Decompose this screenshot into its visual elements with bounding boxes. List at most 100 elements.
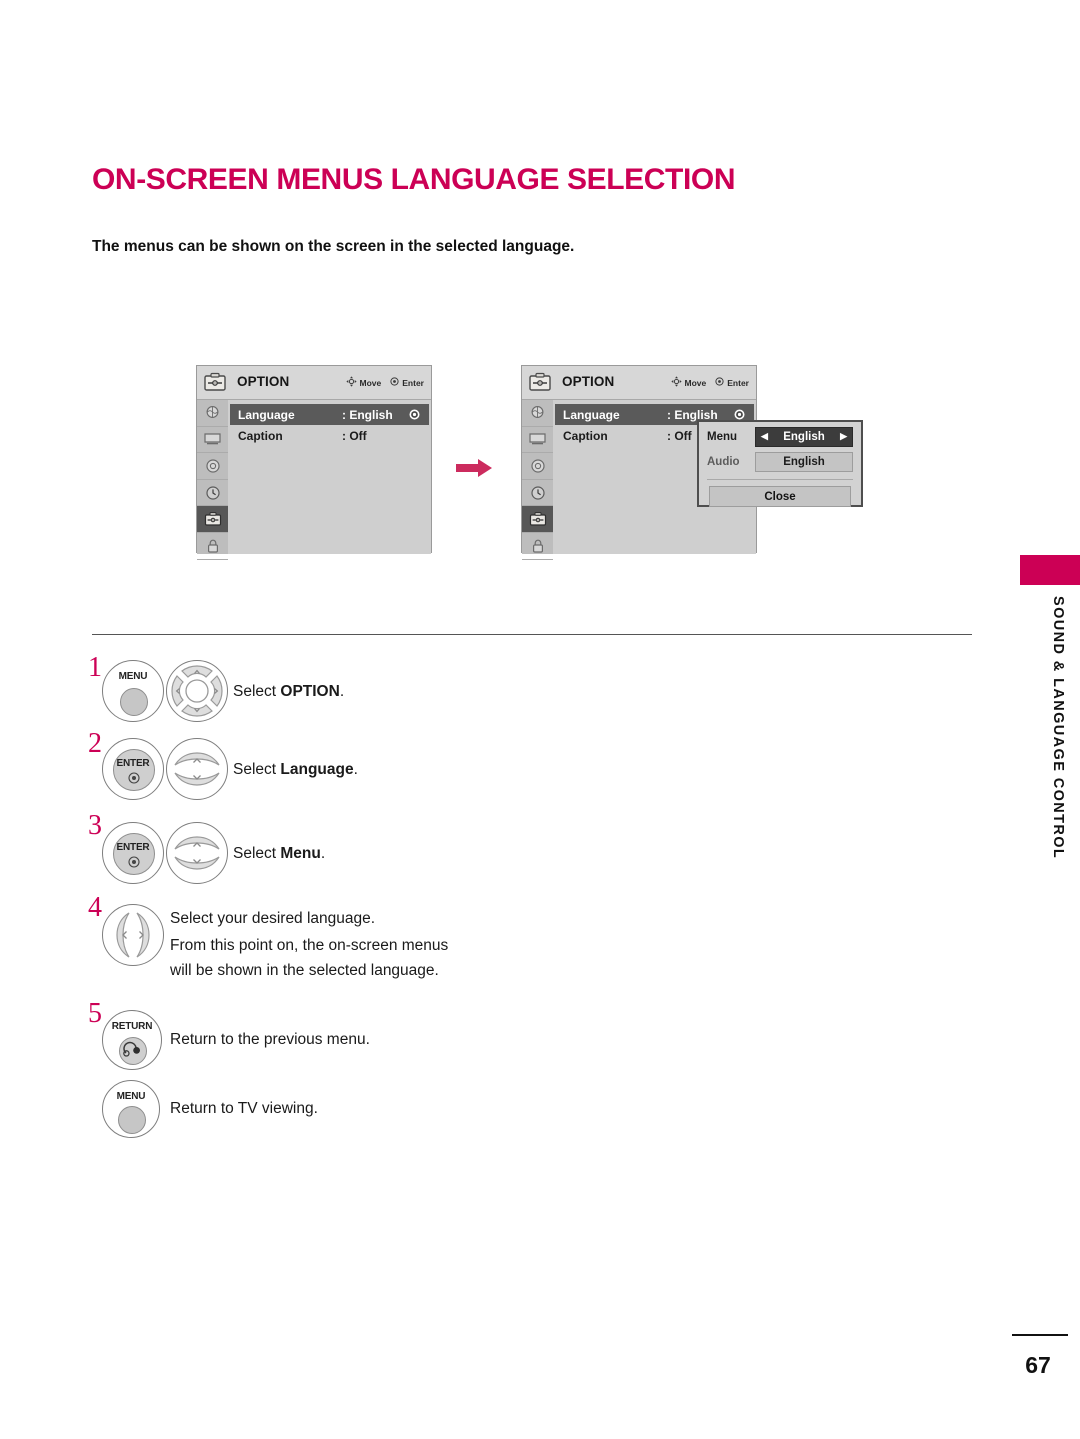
menu-button[interactable]: MENU <box>102 660 164 722</box>
section-label: SOUND & LANGUAGE CONTROL <box>1050 596 1066 860</box>
menu-button-return[interactable]: MENU <box>102 1080 160 1138</box>
move-dpad-icon <box>345 376 357 389</box>
step-4-text-line-3: will be shown in the selected language. <box>170 962 439 979</box>
rail-item-option[interactable] <box>197 506 228 533</box>
rail-item-audio[interactable] <box>197 453 228 480</box>
osd-icon-rail-2 <box>522 400 554 560</box>
osd-row-language[interactable]: Language : English <box>230 404 429 425</box>
rail-item-picture-2[interactable] <box>522 400 553 427</box>
chevron-left-icon[interactable]: ◀ <box>761 431 768 442</box>
osd-title: OPTION <box>237 374 290 389</box>
hint-enter-label-2: Enter <box>727 377 749 388</box>
osd-row-language-label: Language <box>238 407 295 422</box>
language-popup: Menu ◀ English ▶ Audio English Close <box>697 420 863 507</box>
hint-move-label-2: Move <box>684 377 707 388</box>
page-subtitle: The menus can be shown on the screen in … <box>92 238 575 255</box>
hint-move-label: Move <box>359 377 382 388</box>
rail-item-lock-2[interactable] <box>522 533 553 560</box>
enter-button-step2[interactable]: ENTER <box>102 738 164 800</box>
osd-row-enter-marker-icon <box>409 409 420 420</box>
step-3-text: Select Menu. <box>233 845 326 862</box>
step-5-text: Return to the previous menu. <box>170 1031 370 1048</box>
rail-item-time-2[interactable] <box>522 480 553 507</box>
hint-move: Move <box>345 376 382 389</box>
rail-item-screen-2[interactable] <box>522 427 553 454</box>
osd-row-caption-value: : Off <box>342 428 367 443</box>
enter-button-label: ENTER <box>116 758 150 769</box>
enter-button-inner <box>113 749 155 791</box>
rail-item-audio-2[interactable] <box>522 453 553 480</box>
leftright-pad-step4[interactable] <box>102 904 164 966</box>
hint-enter-2: Enter <box>715 377 749 388</box>
step-4: 4 Select your desired language. From thi… <box>88 894 688 1004</box>
page-title: ON-SCREEN MENUS LANGUAGE SELECTION <box>92 163 736 196</box>
flow-arrow-icon <box>456 457 494 479</box>
osd-row-caption[interactable]: Caption : Off <box>230 425 429 446</box>
step-4-text-line-1: Select your desired language. <box>170 910 376 927</box>
hint-enter: Enter <box>390 377 424 388</box>
enter-button-inner-3 <box>113 833 155 875</box>
osd-row-language-value: : English <box>342 407 393 422</box>
menu-button-label: MENU <box>118 671 148 682</box>
osd-panel-before: OPTION Move Enter Language: English Cap… <box>196 365 432 560</box>
popup-audio-value: English <box>783 455 825 468</box>
option-toolbox-icon <box>203 371 227 393</box>
menu-button-dot <box>120 688 148 716</box>
step-1-text: Select OPTION. <box>233 683 345 700</box>
page-number: 67 <box>1025 1352 1051 1378</box>
step-1: 1 MENU Select OPTION. <box>88 652 688 728</box>
osd-row-caption-label-2: Caption <box>563 428 608 443</box>
step-2-text: Select Language. <box>233 761 358 778</box>
rail-item-picture[interactable] <box>197 400 228 427</box>
osd-header-2: OPTION Move Enter <box>522 366 756 400</box>
popup-audio-selector[interactable]: English <box>755 451 853 472</box>
step-2: 2 ENTER Select Language. <box>88 728 688 810</box>
popup-row-audio: Audio English <box>707 451 853 472</box>
osd-content: Language : English Caption : Off <box>228 400 431 554</box>
chevron-right-icon[interactable]: ▶ <box>840 431 847 442</box>
menu-button-return-label: MENU <box>116 1091 146 1102</box>
popup-menu-selector[interactable]: ◀ English ▶ <box>755 426 853 447</box>
osd-row-caption-label: Caption <box>238 428 283 443</box>
rail-item-option-2[interactable] <box>522 506 553 533</box>
step-6: MENU Return to TV viewing. <box>88 1076 688 1146</box>
popup-row-menu: Menu ◀ English ▶ <box>707 426 853 447</box>
enter-button-step3[interactable]: ENTER <box>102 822 164 884</box>
step-2-number: 2 <box>88 728 102 759</box>
osd-hints-2: Move Enter <box>670 376 749 389</box>
rail-item-time[interactable] <box>197 480 228 507</box>
osd-title-2: OPTION <box>562 374 615 389</box>
step-3: 3 ENTER Select Menu. <box>88 810 688 894</box>
osd-header: OPTION Move Enter <box>197 366 431 400</box>
rail-item-screen[interactable] <box>197 427 228 454</box>
hint-move-2: Move <box>670 376 707 389</box>
osd-row-caption-value-2: : Off <box>667 428 692 443</box>
enter-button-label-3: ENTER <box>116 842 150 853</box>
popup-menu-value: English <box>783 430 825 443</box>
dpad-4way[interactable] <box>166 660 228 722</box>
menu-button-return-dot <box>118 1106 146 1134</box>
step-6-text: Return to TV viewing. <box>170 1100 318 1117</box>
osd-row-language-label-2: Language <box>563 407 620 422</box>
section-tab-marker <box>1020 555 1080 585</box>
step-3-number: 3 <box>88 810 102 841</box>
return-button-label: RETURN <box>111 1021 153 1032</box>
popup-divider <box>707 479 853 480</box>
content-divider <box>92 634 972 635</box>
footer-rule <box>1012 1334 1068 1336</box>
step-1-number: 1 <box>88 652 102 683</box>
hint-enter-label: Enter <box>402 377 424 388</box>
updown-pad-step2[interactable] <box>166 738 228 800</box>
updown-pad-step3[interactable] <box>166 822 228 884</box>
step-4-number: 4 <box>88 892 102 923</box>
osd-body: Language : English Caption : Off <box>197 400 431 560</box>
enter-circle-icon-2 <box>715 377 724 388</box>
popup-audio-label: Audio <box>707 455 740 468</box>
step-5: 5 RETURN Return to the previous menu. <box>88 1000 688 1076</box>
popup-menu-label: Menu <box>707 430 738 443</box>
osd-hints: Move Enter <box>345 376 424 389</box>
rail-item-lock[interactable] <box>197 533 228 560</box>
osd-icon-rail <box>197 400 229 560</box>
return-button[interactable]: RETURN <box>102 1010 162 1070</box>
close-button[interactable]: Close <box>709 486 851 507</box>
